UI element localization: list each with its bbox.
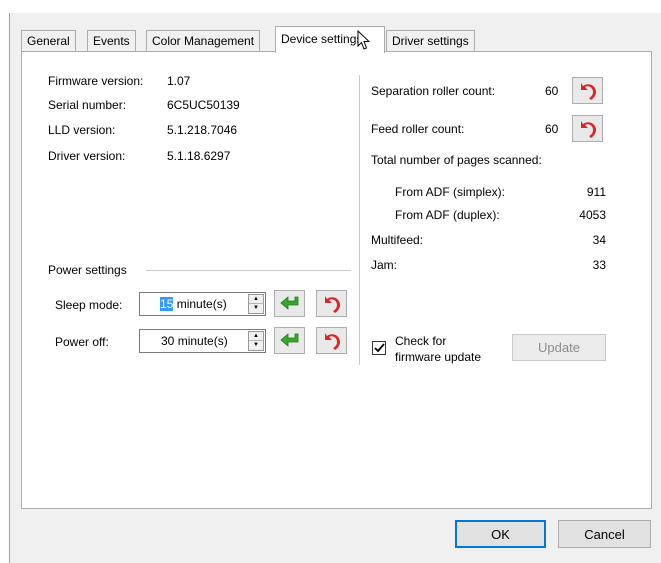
spin-up-icon[interactable]: ▲ <box>249 332 263 341</box>
serial-number-label: Serial number: <box>48 98 127 112</box>
red-undo-arrow-icon <box>580 82 596 100</box>
power-off-reset-button[interactable] <box>316 327 347 354</box>
red-undo-arrow-icon <box>324 295 340 313</box>
power-off-spin-buttons[interactable]: ▲ ▼ <box>248 331 264 351</box>
separation-roller-reset-button[interactable] <box>572 77 603 104</box>
red-undo-arrow-icon <box>324 332 340 350</box>
update-button[interactable]: Update <box>512 334 606 361</box>
driver-version-label: Driver version: <box>48 149 126 163</box>
multifeed-label: Multifeed: <box>371 233 424 247</box>
checkmark-icon <box>373 343 385 353</box>
spin-up-icon[interactable]: ▲ <box>249 295 263 304</box>
feed-roller-count-label: Feed roller count: <box>371 122 465 136</box>
from-adf-simplex-value: 911 <box>586 185 606 199</box>
feed-roller-reset-button[interactable] <box>572 115 603 142</box>
check-firmware-update-label-line1: Check for <box>395 334 447 348</box>
separation-roller-count-value: 60 <box>545 84 559 98</box>
power-settings-group-label: Power settings <box>48 263 127 277</box>
lld-version-label: LLD version: <box>48 123 116 137</box>
sleep-mode-accept-button[interactable] <box>274 290 305 317</box>
power-off-accept-button[interactable] <box>274 327 305 354</box>
green-enter-arrow-icon <box>279 295 298 310</box>
tab-events[interactable]: Events <box>87 30 136 52</box>
multifeed-value: 34 <box>592 233 606 247</box>
cancel-button[interactable]: Cancel <box>558 520 651 548</box>
sleep-mode-unit: minute(s) <box>176 297 227 311</box>
serial-number-value: 6C5UC50139 <box>167 98 240 112</box>
tab-driver-settings[interactable]: Driver settings <box>386 30 475 52</box>
sleep-mode-reset-button[interactable] <box>316 290 347 317</box>
ok-button[interactable]: OK <box>455 520 546 548</box>
power-off-label: Power off: <box>55 335 109 349</box>
feed-roller-count-value: 60 <box>545 122 559 136</box>
column-divider <box>359 75 360 365</box>
firmware-version-value: 1.07 <box>167 74 191 88</box>
from-adf-simplex-label: From ADF (simplex): <box>395 185 506 199</box>
jam-value: 33 <box>592 258 606 272</box>
sleep-mode-spinbox[interactable]: 15 minute(s) ▲ ▼ <box>139 292 266 316</box>
device-settings-panel <box>21 51 652 509</box>
lld-version-value: 5.1.218.7046 <box>167 123 238 137</box>
green-enter-arrow-icon <box>279 332 298 347</box>
red-undo-arrow-icon <box>580 120 596 138</box>
sleep-mode-spin-buttons[interactable]: ▲ ▼ <box>248 294 264 314</box>
total-pages-scanned-label: Total number of pages scanned: <box>371 153 542 167</box>
sleep-mode-label: Sleep mode: <box>55 298 123 312</box>
check-firmware-update-label-line2: firmware update <box>395 350 482 364</box>
mouse-pointer-icon <box>357 30 371 50</box>
tab-color-management[interactable]: Color Management <box>146 30 261 52</box>
driver-version-value: 5.1.18.6297 <box>167 149 231 163</box>
separation-roller-count-label: Separation roller count: <box>371 84 496 98</box>
power-off-spinbox[interactable]: 30 minute(s) ▲ ▼ <box>139 329 266 353</box>
spin-down-icon[interactable]: ▼ <box>249 341 263 350</box>
sleep-mode-value[interactable]: 15 <box>160 297 174 311</box>
group-divider <box>146 270 351 271</box>
from-adf-duplex-value: 4053 <box>579 208 606 222</box>
firmware-version-label: Firmware version: <box>48 74 144 88</box>
jam-label: Jam: <box>371 258 398 272</box>
power-off-unit: minute(s) <box>177 334 228 348</box>
from-adf-duplex-label: From ADF (duplex): <box>395 208 500 222</box>
check-firmware-update-checkbox[interactable] <box>372 341 386 355</box>
tab-general[interactable]: General <box>21 30 76 52</box>
spin-down-icon[interactable]: ▼ <box>249 304 263 313</box>
power-off-value[interactable]: 30 <box>161 334 174 348</box>
